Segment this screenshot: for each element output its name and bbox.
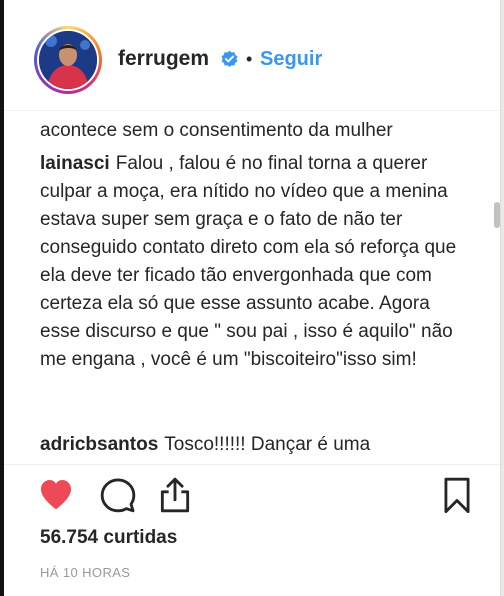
- likes-count[interactable]: 56.754 curtidas: [40, 526, 177, 550]
- separator-dot: •: [246, 49, 253, 69]
- post-side-panel: ferrugem • Seguir acontece sem o consent…: [4, 0, 501, 596]
- post-header: ferrugem • Seguir: [4, 0, 500, 111]
- follow-button[interactable]: Seguir: [260, 47, 322, 71]
- comment-author[interactable]: lainasci: [40, 153, 110, 174]
- avatar[interactable]: [37, 29, 99, 91]
- comment-text: Falou , falou é no final torna a querer …: [40, 153, 457, 370]
- comment-bubble-icon[interactable]: [99, 476, 137, 514]
- comment-item: lainasci Falou , falou é no final torna a…: [40, 150, 460, 374]
- share-icon[interactable]: [156, 476, 194, 514]
- bookmark-icon[interactable]: [438, 476, 476, 514]
- verified-badge-icon: [221, 50, 238, 67]
- avatar-story-ring[interactable]: [34, 26, 102, 94]
- avatar-photo: [39, 31, 97, 89]
- comment-text: Tosco!!!!!! Dançar é uma: [164, 434, 371, 455]
- comment-item: adricbsantos Tosco!!!!!! Dançar é uma: [40, 431, 460, 459]
- heart-icon[interactable]: [37, 476, 75, 514]
- post-timestamp[interactable]: HÁ 10 HORAS: [40, 565, 130, 581]
- comments-list[interactable]: acontece sem o consentimento da mulher l…: [4, 111, 500, 463]
- username[interactable]: ferrugem: [118, 47, 209, 71]
- comment-item: acontece sem o consentimento da mulher: [40, 117, 460, 145]
- comment-text: acontece sem o consentimento da mulher: [40, 120, 393, 141]
- comments-scrollbar[interactable]: [494, 202, 500, 228]
- comment-author[interactable]: adricbsantos: [40, 434, 158, 455]
- actions-divider: [4, 464, 500, 465]
